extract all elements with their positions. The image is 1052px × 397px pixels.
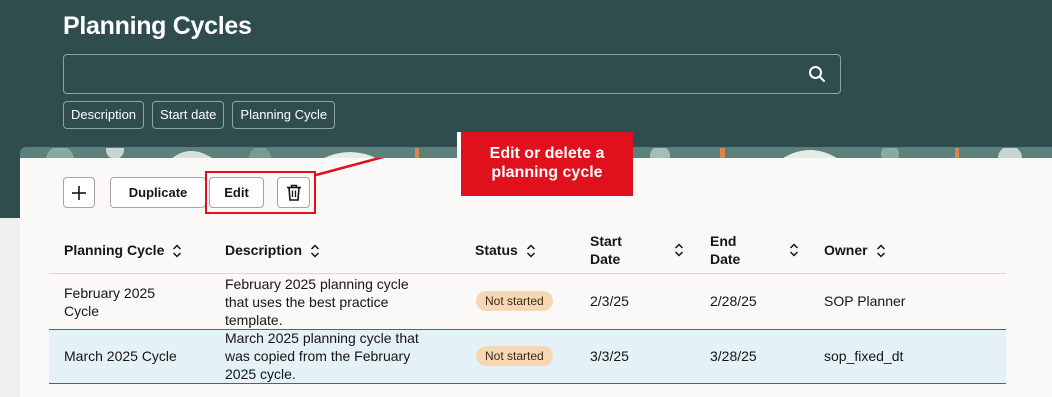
column-header-owner[interactable]: Owner bbox=[824, 241, 886, 259]
cell-text: 2025 cycle. bbox=[225, 366, 296, 382]
column-header-label: Status bbox=[475, 242, 518, 258]
cell-text: was copied from the February bbox=[225, 348, 411, 364]
highlight-box bbox=[205, 171, 316, 214]
sort-icon bbox=[310, 244, 320, 258]
cell-text: Cycle bbox=[64, 303, 100, 319]
cell-description: March 2025 planning cycle that was copie… bbox=[225, 329, 419, 383]
cell-start-date: 2/3/25 bbox=[590, 293, 629, 309]
sort-icon[interactable] bbox=[789, 243, 799, 257]
column-header-description[interactable]: Description bbox=[225, 241, 320, 259]
cell-owner: sop_fixed_dt bbox=[824, 348, 904, 364]
callout-annotation: Edit or delete a planning cycle bbox=[457, 132, 633, 196]
sort-icon bbox=[876, 244, 885, 258]
callout-line-2: planning cycle bbox=[491, 164, 603, 181]
filter-chip-description[interactable]: Description bbox=[63, 101, 145, 129]
page-title: Planning Cycles bbox=[63, 12, 252, 40]
cell-text: March 2025 planning cycle that bbox=[225, 330, 419, 346]
cell-text: template. bbox=[225, 312, 283, 328]
status-badge: Not started bbox=[476, 346, 553, 366]
column-header-status[interactable]: Status bbox=[475, 241, 536, 259]
planning-cycles-card: Duplicate Edit Edit or delete a planning… bbox=[20, 132, 1052, 397]
cell-start-date: 3/3/25 bbox=[590, 348, 629, 364]
cell-planning-cycle[interactable]: March 2025 Cycle bbox=[64, 347, 177, 365]
column-header-label: Date bbox=[590, 251, 621, 267]
sort-icon bbox=[526, 244, 535, 258]
add-button[interactable] bbox=[63, 177, 95, 208]
callout-line-1: Edit or delete a bbox=[489, 145, 605, 162]
filter-chip-start-date[interactable]: Start date bbox=[152, 101, 225, 129]
status-badge: Not started bbox=[476, 291, 553, 311]
column-header-label: Date bbox=[710, 251, 741, 267]
sort-icon[interactable] bbox=[674, 243, 684, 257]
column-header-label: Start bbox=[590, 233, 622, 249]
search-input[interactable] bbox=[63, 54, 841, 94]
column-header-label: Owner bbox=[824, 242, 868, 258]
cell-end-date: 3/28/25 bbox=[710, 348, 757, 364]
column-header-end-date[interactable]: End Date bbox=[710, 232, 740, 268]
filter-chips: Description Start date Planning Cycle bbox=[63, 101, 336, 129]
plus-icon bbox=[72, 185, 86, 200]
column-header-label: Planning Cycle bbox=[64, 242, 165, 258]
cell-description: February 2025 planning cycle that uses t… bbox=[225, 275, 409, 329]
cell-text: that uses the best practice bbox=[225, 294, 389, 310]
sort-icon bbox=[173, 244, 182, 258]
cell-planning-cycle[interactable]: February 2025 Cycle bbox=[64, 284, 155, 320]
filter-chip-planning-cycle[interactable]: Planning Cycle bbox=[232, 101, 336, 129]
search-icon[interactable] bbox=[808, 65, 826, 83]
cell-end-date: 2/28/25 bbox=[710, 293, 757, 309]
column-header-start-date[interactable]: Start Date bbox=[590, 232, 622, 268]
cell-owner: SOP Planner bbox=[824, 293, 906, 309]
cell-text: February 2025 bbox=[64, 285, 156, 301]
cell-text: February 2025 planning cycle bbox=[225, 276, 409, 292]
column-header-label: End bbox=[710, 233, 737, 249]
column-header-planning-cycle[interactable]: Planning Cycle bbox=[64, 241, 182, 259]
duplicate-button[interactable]: Duplicate bbox=[110, 177, 206, 208]
column-header-label: Description bbox=[225, 242, 303, 258]
